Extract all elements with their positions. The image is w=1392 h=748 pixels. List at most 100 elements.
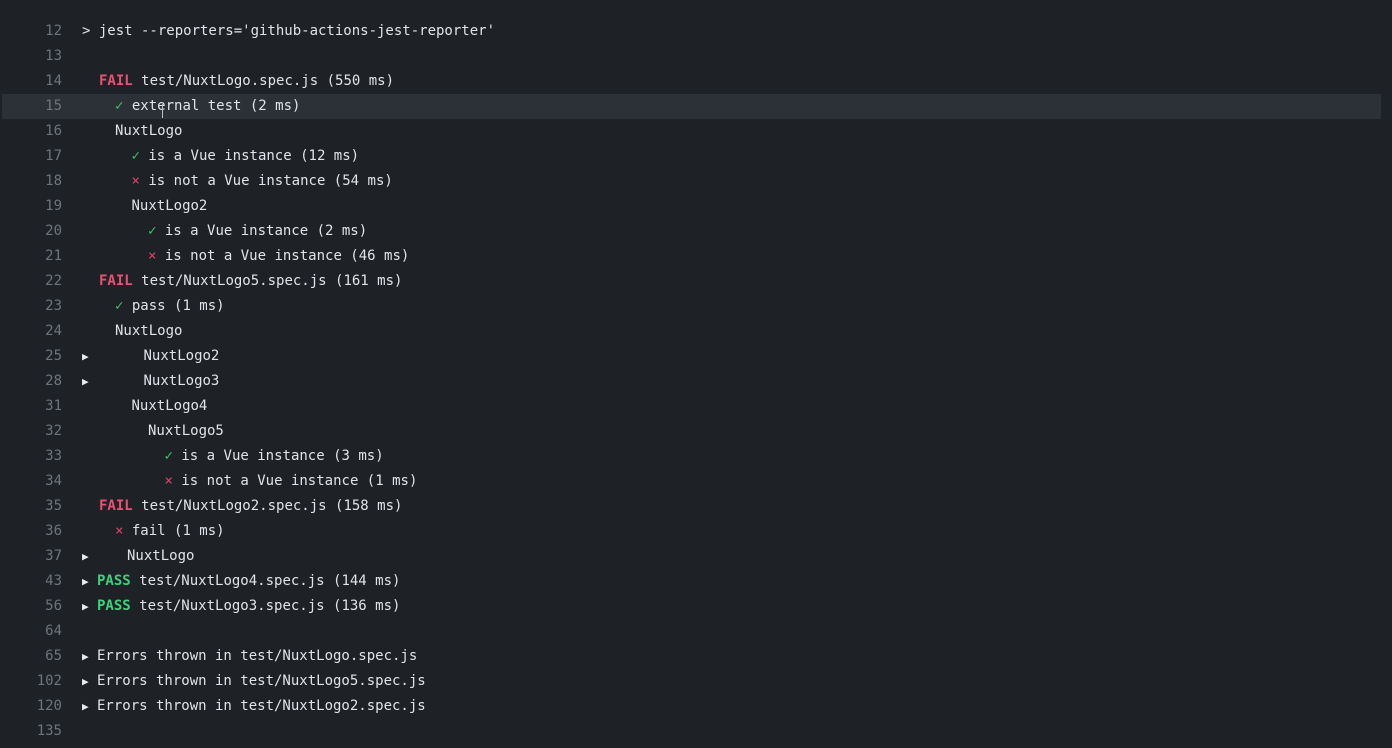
log-line: 35 FAIL test/NuxtLogo2.spec.js (158 ms) [0,494,1392,519]
log-text: test/NuxtLogo.spec.js (550 ms) [141,73,395,89]
line-number: 136 [0,744,62,748]
log-line-content: ✓ pass (1 ms) [115,294,225,319]
log-text: > jest --reporters='github-actions-jest-… [82,23,496,39]
log-line-content: PASS test/NuxtLogo3.spec.js (136 ms) [97,594,400,619]
log-line[interactable]: 120 ▶ Errors thrown in test/NuxtLogo2.spec… [0,694,1392,719]
log-line[interactable]: 28 ▶ NuxtLogo3 [0,369,1392,394]
log-line: 14 FAIL test/NuxtLogo.spec.js (550 ms) [0,69,1392,94]
line-number: 20 [45,223,62,239]
log-line[interactable]: 65 ▶ Errors thrown in test/NuxtLogo.spec.j… [0,644,1392,669]
line-number: 32 [45,423,62,439]
log-line: 19 NuxtLogo2 [0,194,1392,219]
line-number: 14 [45,73,62,89]
log-line-content: ✓ external test (2 ms) [115,94,300,119]
log-line: 64 [0,619,1392,644]
log-text: is a Vue instance (3 ms) [181,448,384,464]
expand-triangle-icon[interactable]: ▶ [82,669,94,694]
log-text: NuxtLogo2 [131,198,208,214]
line-number: 12 [45,23,62,39]
log-text: NuxtLogo [115,323,183,339]
log-line[interactable]: 43 ▶ PASS test/NuxtLogo4.spec.js (144 ms) [0,569,1392,594]
line-number: 17 [45,148,62,164]
log-text: test/NuxtLogo3.spec.js (136 ms) [139,598,401,614]
log-line-content: FAIL test/NuxtLogo2.spec.js (158 ms) [99,494,402,519]
status-badge: FAIL [99,273,133,289]
line-number: 28 [45,373,62,389]
log-line[interactable]: 37 ▶ NuxtLogo [0,544,1392,569]
line-number: 37 [45,548,62,564]
line-number: 65 [45,648,62,664]
log-text: is not a Vue instance (1 ms) [181,473,418,489]
log-line-content: NuxtLogo [127,544,194,569]
line-number: 56 [45,598,62,614]
status-badge: PASS [97,598,131,614]
log-line-content: --------------|---------|----------|----… [82,744,714,748]
log-line-content: ✓ is a Vue instance (12 ms) [132,144,360,169]
log-text: NuxtLogo [115,123,183,139]
log-line-content: > jest --reporters='github-actions-jest-… [82,19,495,44]
log-line: 16 NuxtLogo [0,119,1392,144]
log-line-content: ✓ is a Vue instance (3 ms) [165,444,384,469]
expand-triangle-icon[interactable]: ▶ [82,544,94,569]
log-text: NuxtLogo2 [143,348,220,364]
log-line-content: FAIL test/NuxtLogo.spec.js (550 ms) [99,69,394,94]
log-line-content: PASS test/NuxtLogo4.spec.js (144 ms) [97,569,400,594]
expand-triangle-icon[interactable]: ▶ [82,369,94,394]
line-number: 22 [45,273,62,289]
line-number: 24 [45,323,62,339]
log-text: Errors thrown in test/NuxtLogo.spec.js [97,648,418,664]
check-icon: ✓ [148,223,157,239]
log-line-content: × is not a Vue instance (46 ms) [148,244,409,269]
status-badge: FAIL [99,498,133,514]
log-line: 34 × is not a Vue instance (1 ms) [0,469,1392,494]
log-line-content: Errors thrown in test/NuxtLogo.spec.js [97,644,417,669]
log-line: 17 ✓ is a Vue instance (12 ms) [0,144,1392,169]
expand-triangle-icon[interactable]: ▶ [82,644,94,669]
log-line[interactable]: 56 ▶ PASS test/NuxtLogo3.spec.js (136 ms) [0,594,1392,619]
line-number: 64 [45,623,62,639]
line-number: 15 [45,98,62,114]
log-line-content: × is not a Vue instance (1 ms) [165,469,418,494]
log-line-content: NuxtLogo5 [148,419,224,444]
log-text: pass (1 ms) [131,298,225,314]
log-text: is a Vue instance (12 ms) [148,148,360,164]
check-icon: ✓ [115,298,124,314]
line-number: 31 [45,398,62,414]
log-line: 136 --------------|---------|----------|-… [0,744,1392,748]
log-line-content: NuxtLogo4 [132,394,208,419]
check-icon: ✓ [131,148,140,164]
log-line-content: NuxtLogo [115,319,182,344]
status-badge: PASS [97,573,131,589]
expand-triangle-icon[interactable]: ▶ [82,569,94,594]
log-line-content: NuxtLogo2 [144,344,220,369]
line-number: 25 [45,348,62,364]
expand-triangle-icon[interactable]: ▶ [82,694,94,719]
line-number: 16 [45,123,62,139]
status-badge: FAIL [99,73,133,89]
text-cursor [162,104,163,118]
log-line[interactable]: 25 ▶ NuxtLogo2 [0,344,1392,369]
line-number: 135 [36,723,62,739]
log-line: 22 FAIL test/NuxtLogo5.spec.js (161 ms) [0,269,1392,294]
log-line: 13 [0,44,1392,69]
log-line[interactable]: 102 ▶ Errors thrown in test/NuxtLogo5.spec… [0,669,1392,694]
cross-icon: × [131,173,140,189]
log-line: 36 × fail (1 ms) [0,519,1392,544]
expand-triangle-icon[interactable]: ▶ [82,344,94,369]
log-text: fail (1 ms) [131,523,225,539]
line-number: 102 [36,673,62,689]
log-line-content: Errors thrown in test/NuxtLogo2.spec.js [97,694,426,719]
expand-triangle-icon[interactable]: ▶ [82,594,94,619]
log-line: 18 × is not a Vue instance (54 ms) [0,169,1392,194]
log-text: Errors thrown in test/NuxtLogo5.spec.js [97,673,426,689]
check-icon: ✓ [115,98,124,114]
log-line: 20 ✓ is a Vue instance (2 ms) [0,219,1392,244]
log-text: NuxtLogo3 [143,373,220,389]
line-number: 21 [45,248,62,264]
cross-icon: × [115,523,124,539]
log-line-content: FAIL test/NuxtLogo5.spec.js (161 ms) [99,269,402,294]
log-text: NuxtLogo4 [131,398,208,414]
log-line-content: × fail (1 ms) [115,519,225,544]
log-line-content: ✓ is a Vue instance (2 ms) [148,219,367,244]
